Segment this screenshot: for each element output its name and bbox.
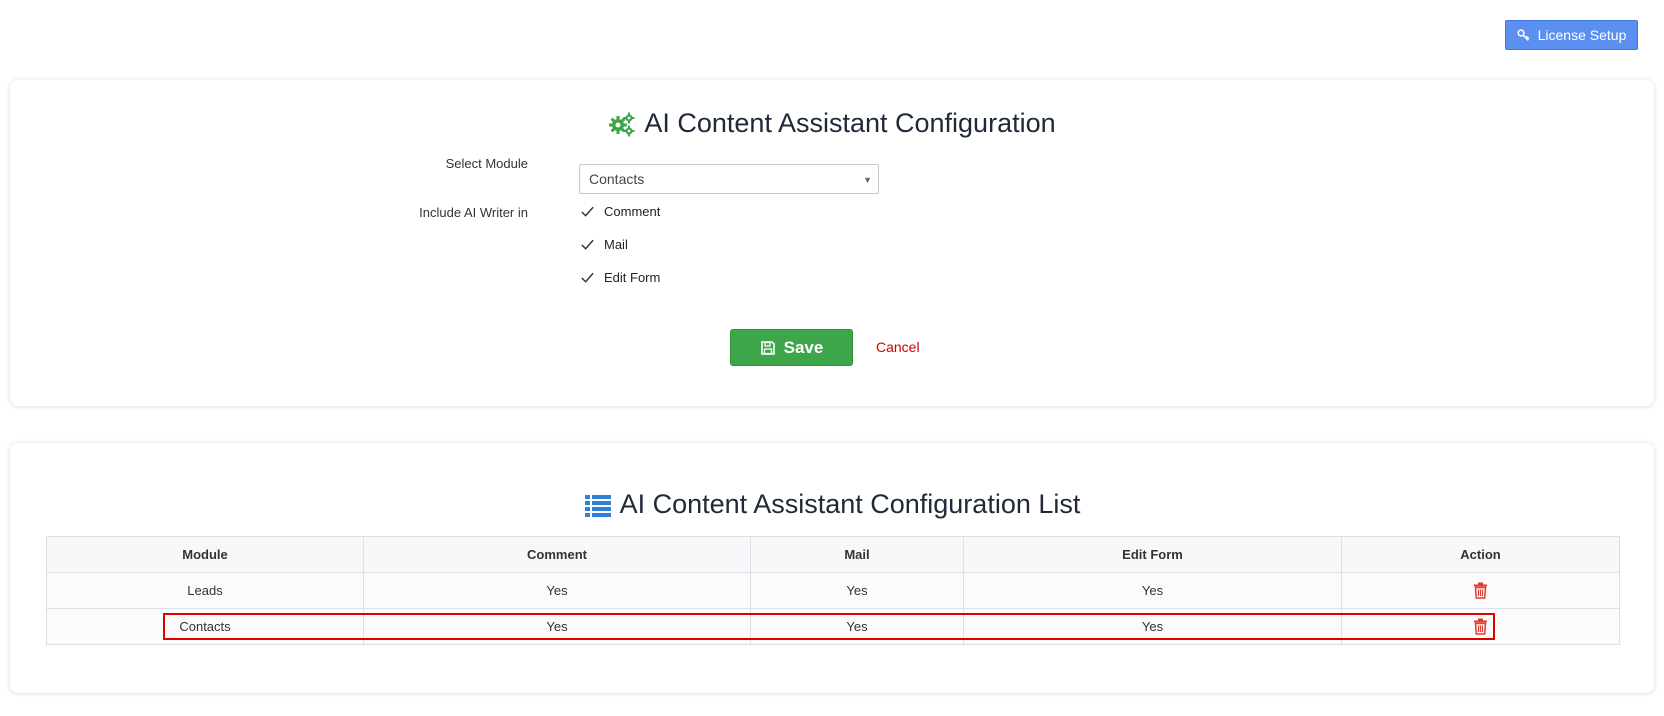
cell-mail: Yes xyxy=(750,572,964,609)
cell-module: Contacts xyxy=(46,608,364,645)
configuration-list-panel: AI Content Assistant Configuration List … xyxy=(10,443,1654,693)
trash-icon[interactable] xyxy=(1473,582,1488,599)
list-icon xyxy=(584,494,611,517)
save-button[interactable]: Save xyxy=(730,329,853,366)
checkmark-icon xyxy=(581,239,594,250)
column-header-action: Action xyxy=(1341,536,1620,573)
comment-checkbox-label: Comment xyxy=(604,204,661,219)
comment-checkbox[interactable]: Comment xyxy=(580,204,660,219)
checkmark-icon xyxy=(581,272,594,283)
configuration-list-title: AI Content Assistant Configuration List xyxy=(10,489,1654,520)
gears-icon xyxy=(609,112,635,136)
configuration-title-text: AI Content Assistant Configuration xyxy=(644,108,1056,138)
save-button-label: Save xyxy=(783,337,824,357)
configuration-form-panel: AI Content Assistant Configuration Selec… xyxy=(10,80,1654,406)
cell-action xyxy=(1341,572,1620,609)
floppy-disk-icon xyxy=(760,340,775,355)
table-header-row: Module Comment Mail Edit Form Action xyxy=(46,536,1620,573)
select-module-label: Select Module xyxy=(445,156,528,171)
table-row: Leads Yes Yes Yes xyxy=(46,572,1620,609)
configuration-table: Module Comment Mail Edit Form Action Lea… xyxy=(46,536,1620,645)
table-row: Contacts Yes Yes Yes xyxy=(46,608,1620,645)
cell-edit-form: Yes xyxy=(963,608,1342,645)
cell-module: Leads xyxy=(46,572,364,609)
cell-edit-form: Yes xyxy=(963,572,1342,609)
column-header-comment: Comment xyxy=(363,536,751,573)
cell-mail: Yes xyxy=(750,608,964,645)
mail-checkbox[interactable]: Mail xyxy=(580,237,628,252)
edit-form-checkbox[interactable]: Edit Form xyxy=(580,270,660,285)
column-header-mail: Mail xyxy=(750,536,964,573)
edit-form-checkbox-label: Edit Form xyxy=(604,270,661,285)
trash-icon[interactable] xyxy=(1473,618,1488,635)
include-ai-writer-label: Include AI Writer in xyxy=(419,205,528,220)
license-setup-label: License Setup xyxy=(1537,27,1627,43)
key-icon xyxy=(1517,28,1529,41)
cell-comment: Yes xyxy=(363,572,751,609)
column-header-edit-form: Edit Form xyxy=(963,536,1342,573)
configuration-list-title-text: AI Content Assistant Configuration List xyxy=(619,489,1081,519)
module-select-value: Contacts xyxy=(589,171,645,187)
configuration-title: AI Content Assistant Configuration xyxy=(10,108,1654,139)
cell-comment: Yes xyxy=(363,608,751,645)
cell-action xyxy=(1341,608,1620,645)
mail-checkbox-label: Mail xyxy=(604,237,628,252)
cancel-link[interactable]: Cancel xyxy=(876,339,920,355)
checkmark-icon xyxy=(581,206,594,217)
chevron-down-icon: ▼ xyxy=(863,175,872,185)
license-setup-button[interactable]: License Setup xyxy=(1505,20,1638,50)
column-header-module: Module xyxy=(46,536,364,573)
module-select[interactable]: Contacts ▼ xyxy=(579,164,879,194)
